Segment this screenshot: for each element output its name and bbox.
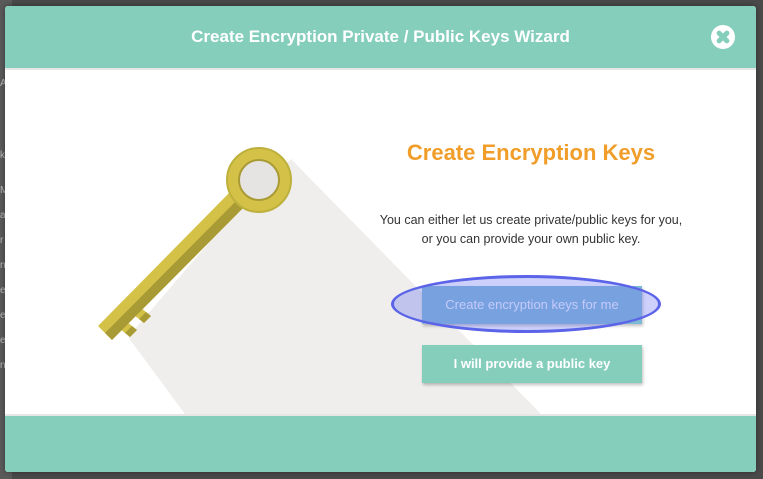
modal-header: Create Encryption Private / Public Keys … [5,6,756,70]
modal-footer [5,414,756,472]
modal-title: Create Encryption Private / Public Keys … [191,27,570,46]
description-line: You can either let us create private/pub… [379,213,683,227]
close-button[interactable] [711,25,735,49]
wizard-modal: Create Encryption Private / Public Keys … [5,6,756,472]
background-text: r [0,235,4,246]
close-x-icon [716,30,730,44]
modal-body: Create Encryption Keys You can either le… [5,70,756,414]
description: You can either let us create private/pub… [345,211,717,249]
description-line: or you can provide your own public key. [421,232,641,246]
provide-public-key-button[interactable]: I will provide a public key [422,345,642,383]
create-keys-button[interactable]: Create encryption keys for me [422,286,642,324]
section-heading: Create Encryption Keys [406,140,656,165]
